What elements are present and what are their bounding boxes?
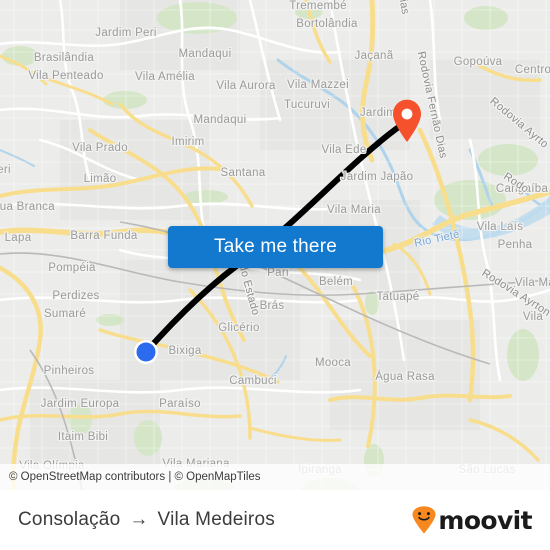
origin-dot[interactable] bbox=[133, 339, 159, 365]
map-attribution: © OpenStreetMap contributors | © OpenMap… bbox=[0, 464, 550, 490]
attribution-text[interactable]: © OpenStreetMap contributors | © OpenMap… bbox=[9, 471, 261, 483]
map-canvas[interactable]: Jardim Peri Tremembé Bortolândia Mandaqui Ja… bbox=[0, 0, 550, 490]
moovit-trip-map-card: Jardim Peri Tremembé Bortolândia Mandaqui Ja… bbox=[0, 0, 550, 550]
journey-title: Consolação → Vila Medeiros bbox=[18, 509, 275, 531]
moovit-logo[interactable]: moovit bbox=[411, 505, 533, 535]
footer-bar: Consolação → Vila Medeiros moovit bbox=[0, 490, 550, 550]
take-me-there-button[interactable]: Take me there bbox=[168, 226, 383, 268]
destination-pin[interactable] bbox=[391, 99, 423, 143]
arrow-right-icon: → bbox=[129, 509, 149, 530]
destination-label: Vila Medeiros bbox=[157, 509, 275, 530]
origin-label: Consolação bbox=[18, 509, 121, 530]
moovit-wordmark: moovit bbox=[438, 505, 532, 535]
moovit-pin-icon bbox=[412, 506, 436, 534]
